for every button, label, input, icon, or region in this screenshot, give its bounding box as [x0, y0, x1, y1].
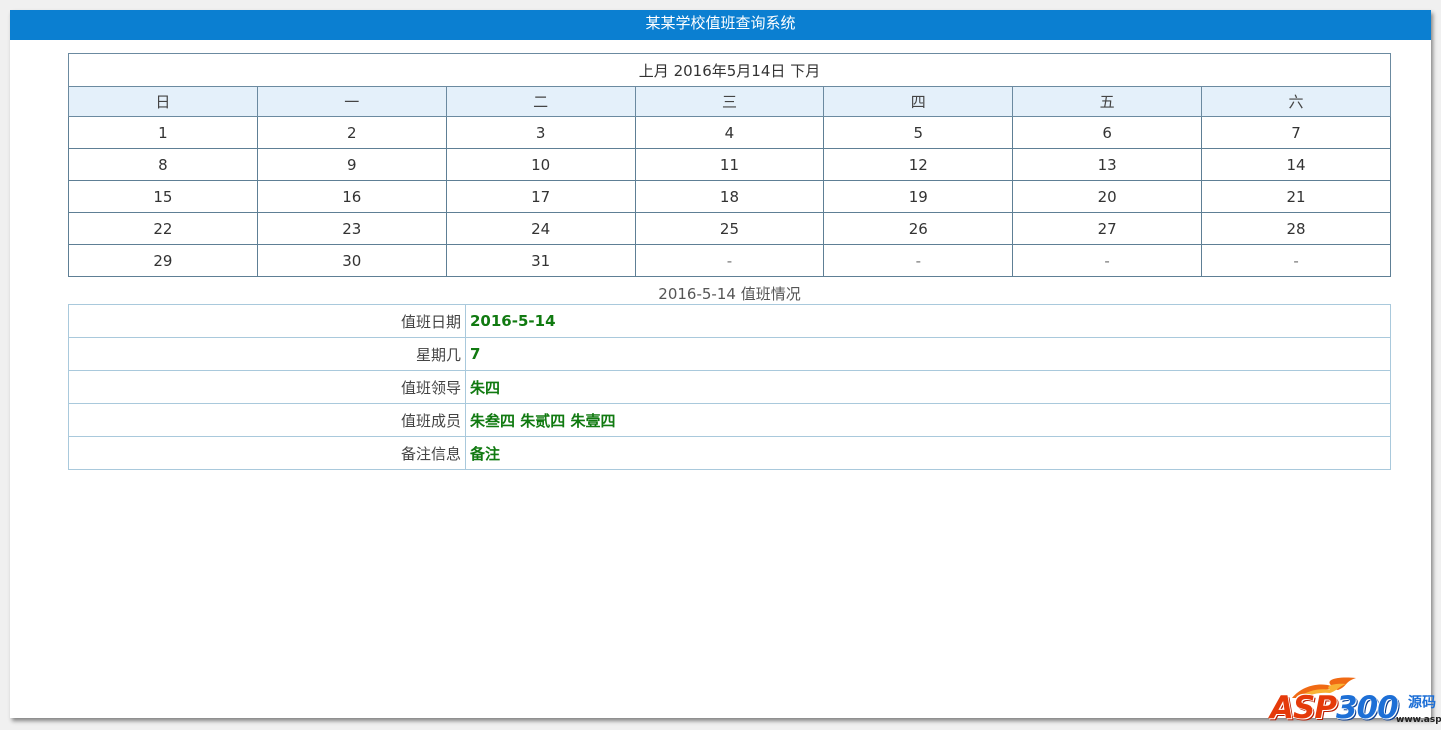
remarks-value: 备注: [465, 436, 1391, 470]
day-cell[interactable]: 16: [256, 180, 447, 213]
duty-date-value: 2016-5-14: [465, 304, 1391, 338]
day-cell[interactable]: 4: [634, 116, 825, 149]
day-cell[interactable]: 21: [1201, 180, 1391, 213]
current-date-label: 2016年5月14日: [673, 61, 786, 80]
weekday-header: 五: [1012, 86, 1203, 117]
duty-row: 值班成员 朱叁四 朱贰四 朱壹四: [68, 403, 1391, 437]
day-cell[interactable]: 29: [68, 244, 258, 277]
day-cell[interactable]: 2: [256, 116, 447, 149]
day-cell[interactable]: 22: [68, 212, 258, 245]
calendar-nav: 上月 2016年5月14日 下月: [68, 53, 1391, 87]
day-cell[interactable]: 1: [68, 116, 258, 149]
day-cell[interactable]: 25: [634, 212, 825, 245]
day-cell[interactable]: 27: [1012, 212, 1203, 245]
calendar-nav-row: 上月 2016年5月14日 下月: [68, 53, 1391, 87]
duty-members-label: 值班成员: [68, 403, 466, 437]
day-cell[interactable]: 18: [634, 180, 825, 213]
weekday-header: 二: [445, 86, 636, 117]
week-row: 1 2 3 4 5 6 7: [68, 116, 1391, 149]
day-cell[interactable]: 9: [256, 148, 447, 181]
prev-month-link[interactable]: 上月: [639, 62, 669, 80]
app-window: 某某学校值班查询系统 上月 2016年5月14日 下月 日 一 二 三 四 五 …: [10, 10, 1431, 718]
day-cell[interactable]: 30: [256, 244, 447, 277]
empty-day-cell: -: [634, 244, 825, 277]
duty-row: 备注信息 备注: [68, 436, 1391, 470]
day-cell[interactable]: 17: [445, 180, 636, 213]
day-cell[interactable]: 28: [1201, 212, 1391, 245]
weekday-header: 三: [634, 86, 825, 117]
day-cell[interactable]: 23: [256, 212, 447, 245]
duty-section-title: 2016-5-14 值班情况: [658, 285, 801, 303]
day-cell[interactable]: 10: [445, 148, 636, 181]
watermark-suffix: 源码: [1408, 695, 1436, 711]
day-cell[interactable]: 7: [1201, 116, 1391, 149]
weekday-value: 7: [465, 337, 1391, 371]
watermark-brand-number: 300: [1336, 690, 1399, 726]
week-row: 22 23 24 25 26 27 28: [68, 212, 1391, 245]
weekday-header: 一: [256, 86, 447, 117]
day-cell[interactable]: 5: [823, 116, 1014, 149]
duty-leader-value: 朱四: [465, 370, 1391, 404]
day-cell[interactable]: 26: [823, 212, 1014, 245]
watermark-brand: ASP300: [1270, 690, 1399, 726]
watermark-brand-asp: ASP: [1270, 690, 1337, 726]
empty-day-cell: -: [1201, 244, 1391, 277]
duty-info-table: 值班日期 2016-5-14 星期几 7 值班领导 朱四 值班成员 朱叁四 朱贰…: [68, 304, 1391, 470]
weekday-header: 日: [68, 86, 258, 117]
day-cell[interactable]: 12: [823, 148, 1014, 181]
weekday-header: 四: [823, 86, 1014, 117]
duty-row: 值班领导 朱四: [68, 370, 1391, 404]
day-cell[interactable]: 20: [1012, 180, 1203, 213]
empty-day-cell: -: [1012, 244, 1203, 277]
duty-row: 星期几 7: [68, 337, 1391, 371]
day-cell[interactable]: 6: [1012, 116, 1203, 149]
day-cell[interactable]: 31: [445, 244, 636, 277]
day-cell[interactable]: 11: [634, 148, 825, 181]
day-cell[interactable]: 19: [823, 180, 1014, 213]
watermark-logo: ASP300 源码 www.asp300.com: [1266, 676, 1441, 730]
week-row: 8 9 10 11 12 13 14: [68, 148, 1391, 181]
day-cell[interactable]: 8: [68, 148, 258, 181]
empty-day-cell: -: [823, 244, 1014, 277]
weekday-label: 星期几: [68, 337, 466, 371]
day-cell[interactable]: 24: [445, 212, 636, 245]
week-row: 15 16 17 18 19 20 21: [68, 180, 1391, 213]
weekday-header-row: 日 一 二 三 四 五 六: [68, 86, 1391, 117]
page-title: 某某学校值班查询系统: [10, 10, 1431, 40]
day-cell[interactable]: 3: [445, 116, 636, 149]
day-cell[interactable]: 14: [1201, 148, 1391, 181]
day-cell[interactable]: 15: [68, 180, 258, 213]
next-month-link[interactable]: 下月: [790, 62, 820, 80]
duty-row: 值班日期 2016-5-14: [68, 304, 1391, 338]
duty-leader-label: 值班领导: [68, 370, 466, 404]
week-row: 29 30 31 - - - -: [68, 244, 1391, 277]
remarks-label: 备注信息: [68, 436, 466, 470]
day-cell[interactable]: 13: [1012, 148, 1203, 181]
duty-members-value: 朱叁四 朱贰四 朱壹四: [465, 403, 1391, 437]
calendar: 上月 2016年5月14日 下月 日 一 二 三 四 五 六 1 2 3 4 5…: [68, 53, 1391, 277]
watermark-url: www.asp300.com: [1396, 715, 1441, 725]
duty-date-label: 值班日期: [68, 304, 466, 338]
weekday-header: 六: [1201, 86, 1391, 117]
